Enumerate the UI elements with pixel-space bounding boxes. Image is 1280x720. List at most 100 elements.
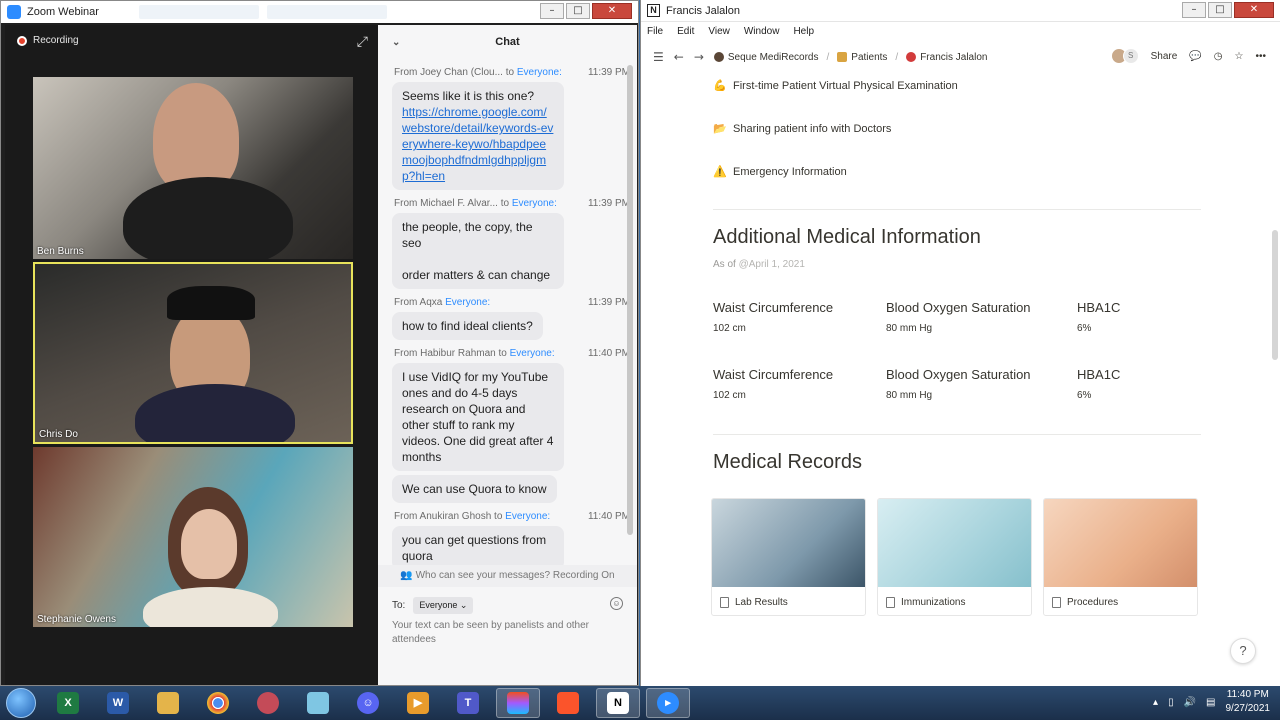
message-text: Seems like it is this one? (402, 89, 535, 103)
metrics-grid: Waist Circumference 102 cm Blood Oxygen S… (713, 300, 1201, 434)
video-tile[interactable]: Stephanie Owens (33, 447, 353, 627)
star-icon[interactable]: ☆ (1235, 51, 1244, 62)
menu-edit[interactable]: Edit (677, 26, 694, 37)
clock[interactable]: 11:40 PM 9/27/2021 (1226, 688, 1271, 716)
volume-icon[interactable]: 🔊 (1184, 697, 1196, 708)
metric-label: Waist Circumference (713, 367, 834, 382)
recipient[interactable]: Everyone: (505, 511, 550, 522)
recipient[interactable]: Everyone: (510, 348, 555, 359)
gallery-card[interactable]: Lab Results (711, 498, 866, 616)
notion-window: N Francis Jalalon – □ ✕ File Edit View W… (640, 0, 1280, 686)
comment-icon[interactable]: 💬 (1189, 51, 1201, 62)
message-sender: From Habibur Rahman to Everyone: 11:40 P… (394, 348, 630, 359)
fullscreen-icon[interactable]: ⤢ (357, 33, 368, 50)
participant-name: Ben Burns (37, 246, 84, 257)
chat-scrollbar[interactable] (627, 65, 633, 535)
metric-cell: HBA1C 6% (1077, 367, 1201, 434)
menu-window[interactable]: Window (744, 26, 780, 37)
message-time: 11:39 PM (587, 297, 630, 308)
taskbar-chrome-icon[interactable] (196, 688, 240, 718)
taskbar-excel-icon[interactable]: X (46, 688, 90, 718)
recipient[interactable]: Everyone: (517, 67, 562, 78)
date-mention[interactable]: @April 1, 2021 (739, 259, 805, 270)
gallery-card[interactable]: Immunizations (877, 498, 1032, 616)
zoom-logo-icon (7, 5, 21, 19)
taskbar-snipping-tool-icon[interactable] (246, 688, 290, 718)
card-cover (712, 499, 865, 587)
help-button[interactable]: ? (1230, 638, 1256, 664)
history-clock-icon[interactable]: ◷ (1214, 51, 1223, 62)
maximize-button[interactable]: □ (1208, 2, 1232, 18)
recipient[interactable]: Everyone: (445, 297, 490, 308)
chat-input-placeholder[interactable]: Your text can be seen by panelists and o… (392, 619, 612, 647)
minimize-button[interactable]: – (540, 3, 564, 19)
message-bubble: you can get questions from quora (392, 526, 564, 570)
battery-icon[interactable]: ▯ (1168, 697, 1174, 708)
taskbar-brave-icon[interactable] (546, 688, 590, 718)
taskbar-notepad-icon[interactable] (296, 688, 340, 718)
sender-name: From Michael F. Alvar... (394, 198, 498, 209)
background-tab[interactable] (138, 5, 259, 19)
video-tile[interactable]: Ben Burns (33, 77, 353, 259)
divider (713, 434, 1201, 435)
taskbar-zoom-icon[interactable]: ▸ (646, 688, 690, 718)
avatar-group[interactable]: S (1110, 48, 1139, 64)
message-text: the people, the copy, the seo (402, 220, 533, 250)
show-hidden-icons-icon[interactable]: ▴ (1153, 697, 1158, 708)
notion-titlebar: N Francis Jalalon – □ ✕ (641, 0, 1280, 22)
breadcrumb-item[interactable]: Seque MediRecords (713, 51, 819, 63)
taskbar-media-player-icon[interactable]: ▶ (396, 688, 440, 718)
taskbar-teams-icon[interactable]: T (446, 688, 490, 718)
share-button[interactable]: Share (1151, 51, 1178, 62)
message-text: We can use Quora to know (402, 482, 547, 496)
network-icon[interactable]: ▤ (1206, 697, 1215, 708)
message-link[interactable]: https://chrome.google.com/webstore/detai… (402, 105, 553, 183)
close-button[interactable]: ✕ (1234, 2, 1274, 18)
notion-window-title: Francis Jalalon (666, 4, 740, 17)
menu-file[interactable]: File (647, 26, 663, 37)
taskbar-notion-icon[interactable]: N (596, 688, 640, 718)
chat-header: ⌄ Chat (378, 25, 637, 59)
metric-value: 102 cm (713, 390, 746, 401)
metric-label: Blood Oxygen Saturation (886, 300, 1031, 315)
recipient-dropdown[interactable]: Everyone ⌄ (413, 597, 474, 614)
as-of-label: As of (713, 259, 736, 270)
taskbar-discord-icon[interactable]: ☺ (346, 688, 390, 718)
page-link[interactable]: 📂 Sharing patient info with Doctors (713, 107, 1201, 150)
start-button[interactable] (6, 688, 36, 718)
taskbar-word-icon[interactable]: W (96, 688, 140, 718)
metric-label: Waist Circumference (713, 300, 834, 315)
page-link[interactable]: ⚠️ Emergency Information (713, 150, 1201, 193)
close-button[interactable]: ✕ (592, 3, 632, 19)
hamburger-menu-icon[interactable]: ☰ (653, 50, 664, 64)
metric-value: 6% (1077, 390, 1092, 401)
breadcrumb-item[interactable]: Francis Jalalon (906, 52, 987, 63)
page-scrollbar[interactable] (1272, 230, 1278, 360)
minimize-button[interactable]: – (1182, 2, 1206, 18)
document-icon (1052, 596, 1061, 608)
video-tile-active-speaker[interactable]: Chris Do (33, 262, 353, 444)
maximize-button[interactable]: □ (566, 3, 590, 19)
chevron-down-icon[interactable]: ⌄ (392, 37, 400, 48)
page-link[interactable]: 💪 First-time Patient Virtual Physical Ex… (713, 64, 1201, 107)
forward-arrow-icon[interactable]: → (694, 50, 704, 64)
breadcrumb-label: Seque MediRecords (727, 51, 819, 63)
more-options-icon[interactable]: ••• (1255, 51, 1266, 62)
record-dot-icon (17, 35, 27, 46)
background-tab[interactable] (266, 5, 387, 19)
menu-view[interactable]: View (708, 26, 730, 37)
emoji-icon[interactable]: ☺ (610, 597, 623, 610)
message-sender: From Anukiran Ghosh to Everyone: 11:40 P… (394, 511, 630, 522)
recipient[interactable]: Everyone: (512, 198, 557, 209)
breadcrumb-item[interactable]: Patients (837, 52, 887, 63)
taskbar-figma-icon[interactable] (496, 688, 540, 718)
gallery-card[interactable]: Procedures (1043, 498, 1198, 616)
recording-indicator[interactable]: Recording (17, 35, 79, 46)
recording-label: Recording (33, 35, 79, 46)
taskbar-explorer-icon[interactable] (146, 688, 190, 718)
menu-help[interactable]: Help (793, 26, 814, 37)
back-arrow-icon[interactable]: ← (674, 50, 684, 64)
who-can-see-link[interactable]: 👥 Who can see your messages? Recording O… (378, 565, 637, 587)
card-cover (1044, 499, 1197, 587)
to-label: To: (392, 600, 406, 611)
